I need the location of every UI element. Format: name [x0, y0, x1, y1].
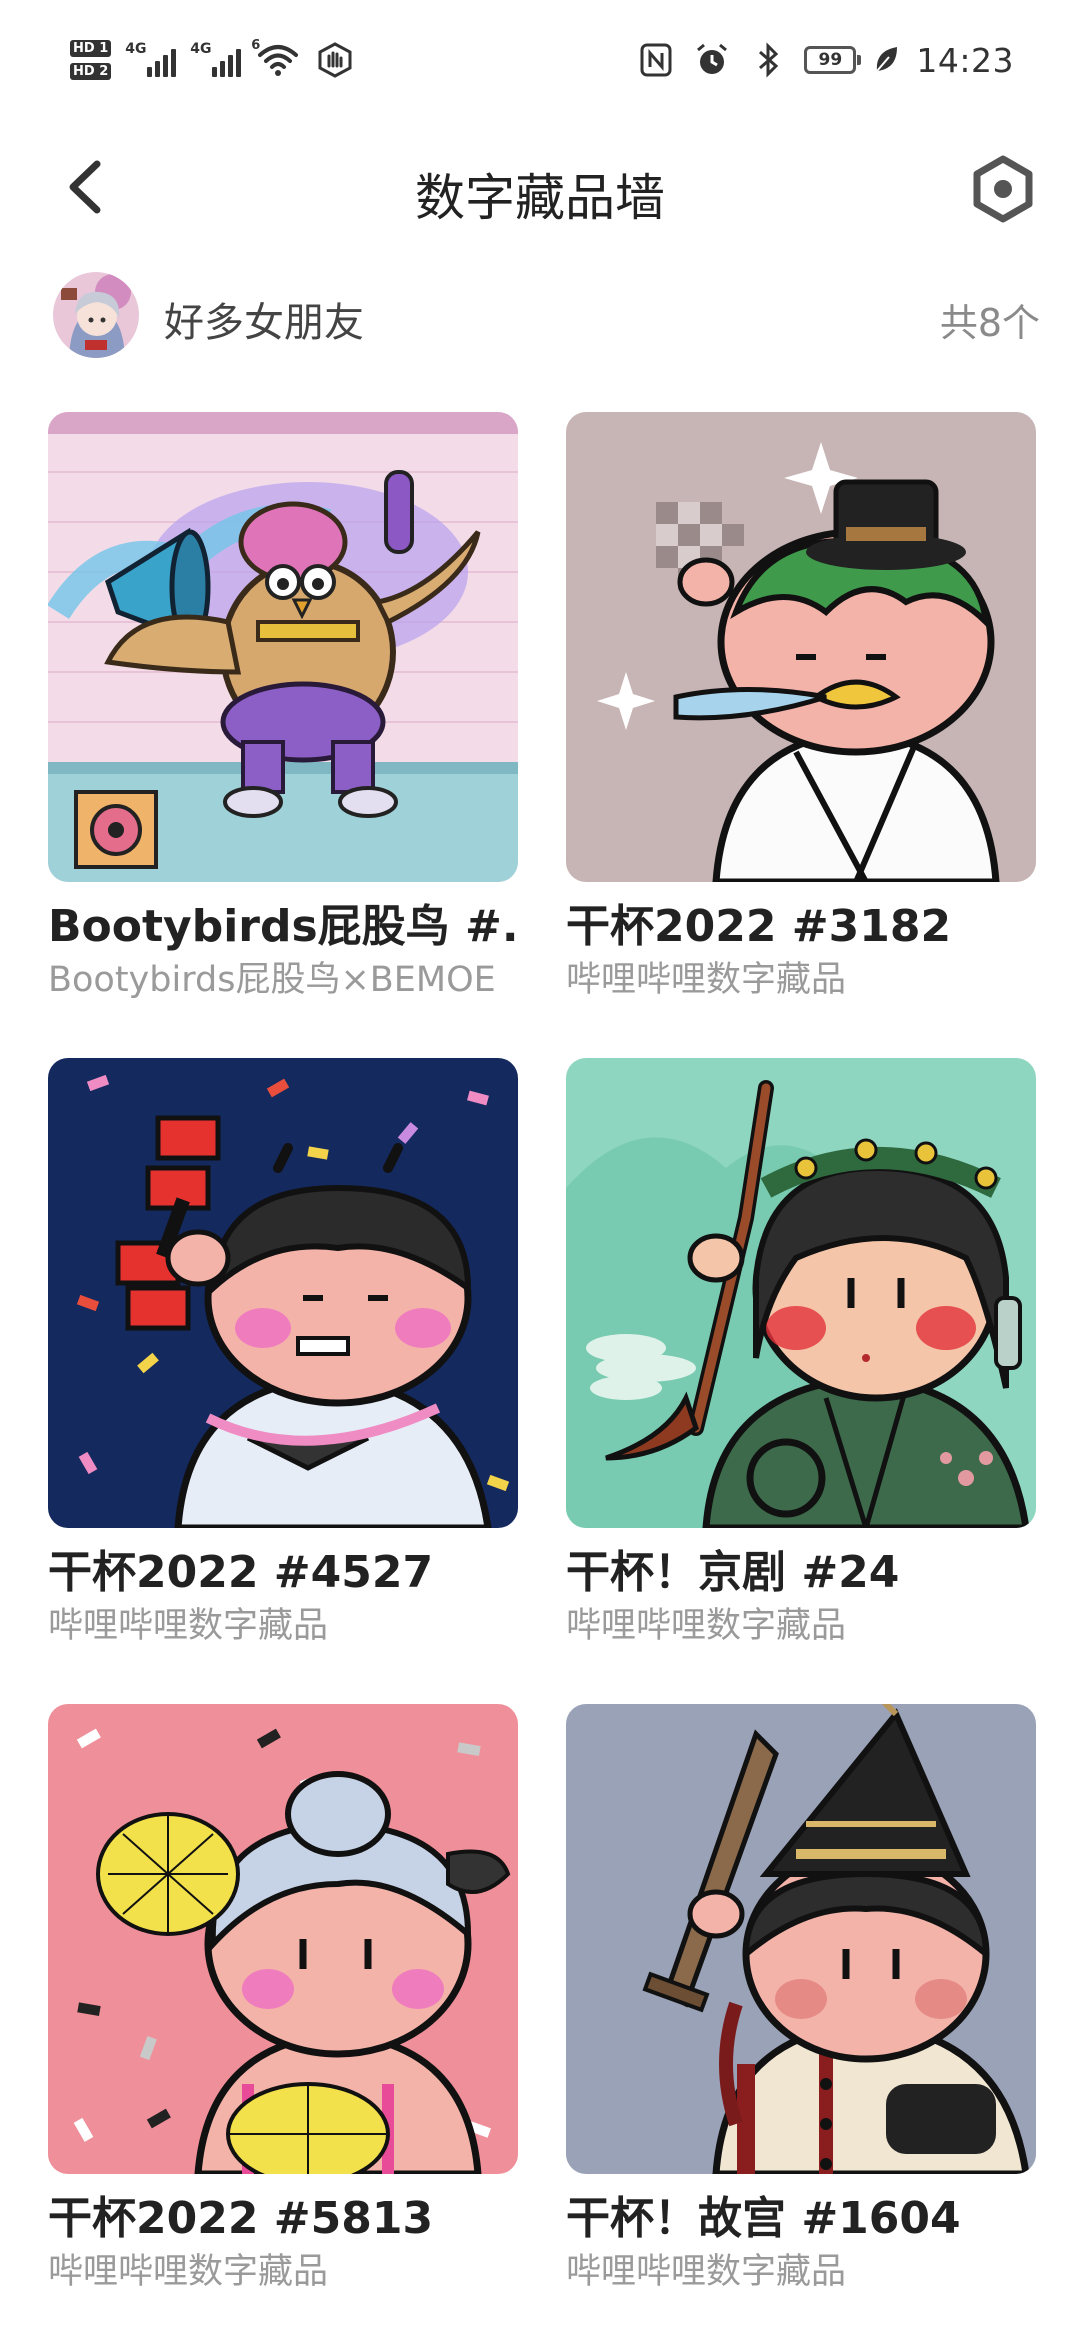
status-bar: HD 1 HD 2 4G 4G 6 99 14:23 [0, 0, 1080, 120]
nfc-icon [636, 40, 676, 80]
leaf-icon [872, 40, 900, 80]
battery-icon: 99 [804, 46, 862, 74]
collectible-card[interactable]: 干杯！故宫 #1604 哔哩哔哩数字藏品 [566, 1704, 1036, 2294]
collectible-series: 哔哩哔哩数字藏品 [566, 1606, 847, 1646]
collectible-title: 干杯2022 #3182 [566, 901, 952, 952]
owner-name: 好多女朋友 [164, 300, 364, 346]
hd-indicator-1: HD 1 [70, 40, 112, 57]
alarm-icon [692, 40, 732, 80]
item-count: 共8个 [939, 301, 1040, 345]
collectible-series: 哔哩哔哩数字藏品 [48, 1606, 329, 1646]
collectible-title: Bootybirds屁股鸟 #... [48, 901, 518, 952]
avatar[interactable] [53, 272, 139, 358]
app-header: 数字藏品墙 [0, 130, 1080, 242]
collectible-title: 干杯！京剧 #24 [566, 1547, 900, 1598]
hd-indicator-2: HD 2 [70, 63, 112, 80]
wifi-icon: 6 [251, 38, 301, 80]
bluetooth-icon [748, 40, 788, 80]
collectible-card[interactable]: 干杯2022 #3182 哔哩哔哩数字藏品 [566, 412, 1036, 1002]
collectible-image[interactable] [48, 1704, 518, 2174]
collectible-image[interactable] [48, 1058, 518, 1528]
hd-indicators: HD 1 HD 2 [70, 40, 112, 80]
collectible-card[interactable]: 干杯！京剧 #24 哔哩哔哩数字藏品 [566, 1058, 1036, 1648]
collectible-image[interactable] [48, 412, 518, 882]
collectible-series: 哔哩哔哩数字藏品 [48, 2252, 329, 2292]
page-title: 数字藏品墙 [415, 169, 665, 227]
collectible-card[interactable]: 干杯2022 #5813 哔哩哔哩数字藏品 [48, 1704, 518, 2294]
status-right: 99 14:23 [636, 34, 1014, 86]
collectible-series: 哔哩哔哩数字藏品 [566, 960, 847, 1000]
settings-button[interactable] [966, 152, 1040, 226]
collectible-title: 干杯2022 #4527 [48, 1547, 434, 1598]
collectible-image[interactable] [566, 1058, 1036, 1528]
hotspot-hand-icon [315, 40, 355, 80]
collectible-card[interactable]: Bootybirds屁股鸟 #... Bootybirds屁股鸟×BEMOE [48, 412, 518, 1002]
hexagon-settings-icon [973, 155, 1033, 223]
owner-row: 好多女朋友 共8个 [50, 270, 1040, 362]
status-clock: 14:23 [916, 40, 1014, 80]
collectible-image[interactable] [566, 1704, 1036, 2174]
collectible-card[interactable]: 干杯2022 #4527 哔哩哔哩数字藏品 [48, 1058, 518, 1648]
collectible-title: 干杯！故宫 #1604 [566, 2193, 961, 2244]
signal-icon-1: 4G [125, 41, 177, 77]
signal-icon-2: 4G [190, 41, 242, 77]
collectible-series: Bootybirds屁股鸟×BEMOE [48, 960, 496, 1000]
wifi-badge: 6 [251, 38, 261, 53]
collectible-series: 哔哩哔哩数字藏品 [566, 2252, 847, 2292]
collectible-image[interactable] [566, 412, 1036, 882]
status-left: HD 1 HD 2 4G 4G 6 [70, 30, 355, 90]
collectible-title: 干杯2022 #5813 [48, 2193, 434, 2244]
